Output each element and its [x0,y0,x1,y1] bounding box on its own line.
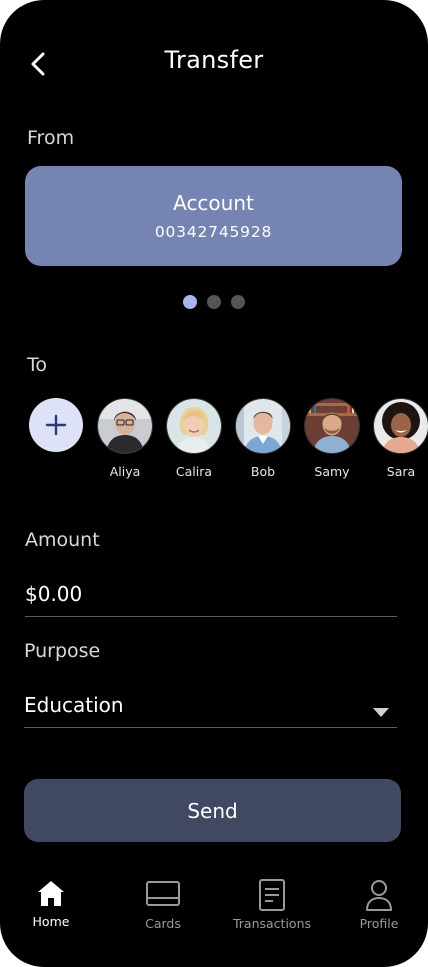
contact-sara[interactable]: Sara [373,398,428,479]
pager-dot-2[interactable] [207,295,221,309]
amount-label: Amount [25,529,100,551]
nav-label: Profile [359,916,399,931]
nav-label: Transactions [232,916,312,931]
page-title: Transfer [164,46,264,74]
avatar [97,398,153,454]
contact-name: Calira [175,464,213,479]
amount-underline [25,616,397,617]
caret-down-icon [373,708,389,717]
to-label: To [27,354,48,376]
avatar [235,398,291,454]
contact-aliya[interactable]: Aliya [97,398,153,479]
nav-cards[interactable]: Cards [113,878,213,931]
account-title: Account [173,191,254,215]
nav-label: Cards [145,916,181,931]
avatar [373,398,428,454]
plus-icon [45,414,67,436]
contact-bob[interactable]: Bob [235,398,291,479]
from-label: From [27,127,75,149]
purpose-selected-value: Education [24,693,124,717]
contact-name: Samy [314,464,350,479]
purpose-select[interactable]: Education [24,688,397,726]
contact-calira[interactable]: Calira [166,398,222,479]
nav-label: Home [32,914,70,929]
card-icon [146,881,180,906]
nav-home[interactable]: Home [1,878,101,929]
purpose-label: Purpose [24,640,101,662]
document-icon [259,879,285,911]
avatar [166,398,222,454]
account-pager [0,295,428,311]
purpose-underline [24,727,397,728]
avatar [304,398,360,454]
add-contact-button[interactable] [29,398,83,452]
contact-samy[interactable]: Samy [304,398,360,479]
contact-name: Sara [386,464,416,479]
user-icon [366,880,392,911]
contact-name: Bob [250,464,276,479]
amount-input[interactable] [25,578,397,610]
nav-transactions[interactable]: Transactions [222,878,322,931]
pager-dot-1[interactable] [183,295,197,309]
account-number: 00342745928 [154,223,273,241]
nav-profile[interactable]: Profile [329,878,428,931]
send-button[interactable]: Send [24,779,401,842]
transfer-screen: Transfer From Account 00342745928 To Ali… [0,0,428,967]
account-card[interactable]: Account 00342745928 [25,166,402,266]
contact-name: Aliya [109,464,141,479]
home-icon [38,881,64,906]
pager-dot-3[interactable] [231,295,245,309]
